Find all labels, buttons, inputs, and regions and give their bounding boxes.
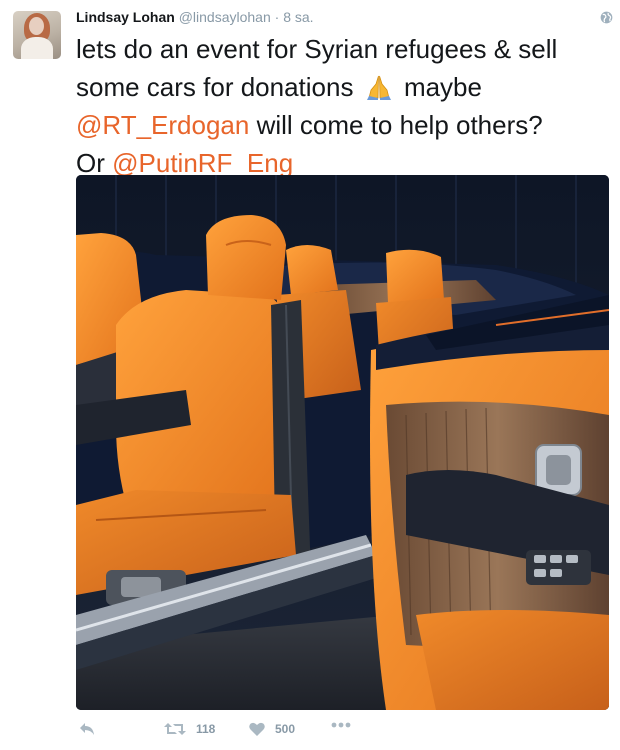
tweet-text-line: lets do an event for Syrian refugees & s… — [76, 34, 558, 64]
heart-icon — [249, 722, 265, 736]
tweet-text-line: maybe — [403, 72, 482, 102]
author-handle[interactable]: @lindsaylohan — [179, 9, 271, 25]
separator: · — [274, 9, 280, 25]
retweet-count: 118 — [196, 722, 216, 736]
tweet-text-line: some cars for donations — [76, 72, 354, 102]
more-button[interactable] — [331, 722, 351, 728]
like-count: 500 — [275, 722, 296, 736]
mention-link[interactable]: @RT_Erdogan — [76, 110, 249, 140]
retweet-button[interactable]: 118 — [164, 722, 215, 736]
mention-link[interactable]: @PutinRF_Eng — [112, 148, 293, 178]
reply-icon — [80, 723, 94, 735]
retweet-icon — [164, 723, 186, 735]
reply-button[interactable] — [79, 722, 95, 736]
avatar[interactable] — [13, 11, 61, 59]
tweet: Lindsay Lohan @lindsaylohan · 8 sa. lets… — [0, 0, 620, 750]
more-icon — [331, 722, 351, 728]
tweet-actions: 118 500 — [76, 722, 476, 742]
globe-icon[interactable] — [600, 11, 613, 24]
folded-hands-emoji — [366, 75, 391, 100]
tweet-header: Lindsay Lohan @lindsaylohan · 8 sa. — [76, 8, 314, 26]
timestamp[interactable]: 8 sa. — [283, 9, 313, 25]
car-photo-illustration — [76, 175, 609, 710]
tweet-text: lets do an event for Syrian refugees & s… — [76, 30, 606, 182]
tweet-text-line: Or — [76, 148, 105, 178]
like-button[interactable]: 500 — [249, 722, 295, 736]
author-name[interactable]: Lindsay Lohan — [76, 9, 175, 25]
tweet-text-line: will come to help others? — [256, 110, 543, 140]
tweet-photo[interactable] — [76, 175, 609, 710]
